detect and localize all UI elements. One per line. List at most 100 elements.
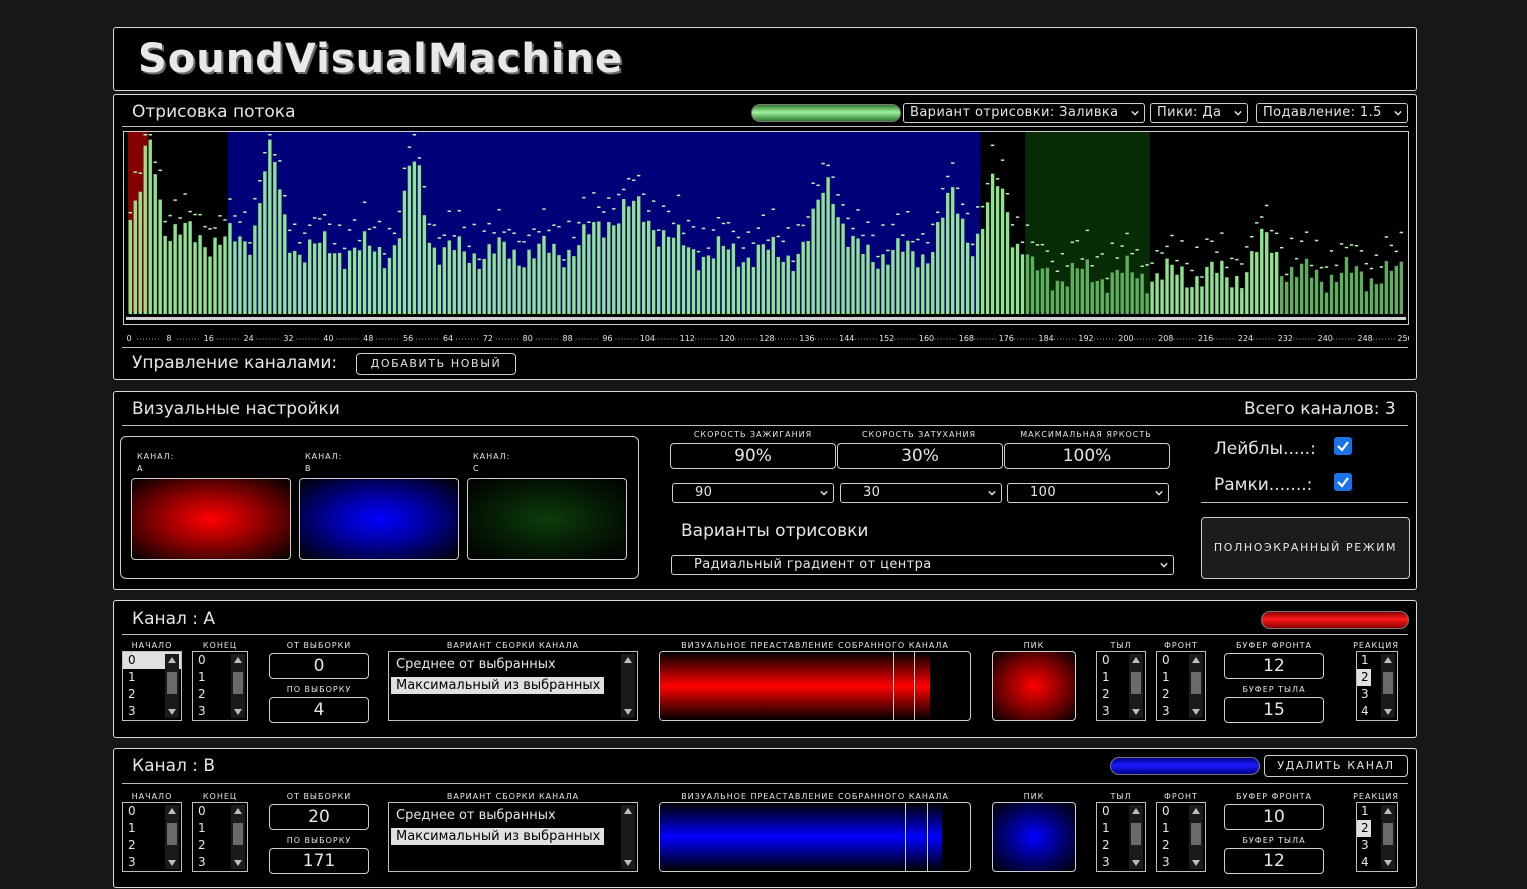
- list-item[interactable]: 2: [1357, 820, 1371, 837]
- frames-checkbox[interactable]: [1334, 473, 1352, 491]
- scrollbar[interactable]: [165, 805, 179, 869]
- scroll-up-icon[interactable]: [1192, 808, 1200, 814]
- scrollbar[interactable]: [1189, 654, 1203, 718]
- assembly-option[interactable]: Максимальный из выбранных: [391, 828, 605, 845]
- scroll-up-icon[interactable]: [1384, 808, 1392, 814]
- scroll-up-icon[interactable]: [624, 808, 632, 814]
- damping-select[interactable]: Подавление: 1.5: [1256, 103, 1408, 123]
- scroll-down-icon[interactable]: [1132, 860, 1140, 866]
- to-value[interactable]: 4: [269, 697, 369, 723]
- variant-select[interactable]: Радиальный градиент от центра: [671, 555, 1174, 575]
- render-variant-select[interactable]: Вариант отрисовки: Заливка: [903, 103, 1145, 123]
- scroll-down-icon[interactable]: [1384, 860, 1392, 866]
- brightness-value[interactable]: 100%: [1004, 443, 1170, 469]
- assembly-row[interactable]: Среднее от выбранных: [389, 652, 637, 673]
- start-listbox[interactable]: 0123: [122, 802, 182, 872]
- scroll-thumb[interactable]: [1191, 823, 1201, 845]
- scroll-up-icon[interactable]: [1132, 808, 1140, 814]
- fullscreen-button[interactable]: Полноэкранный режим: [1201, 517, 1410, 579]
- scroll-thumb[interactable]: [1191, 672, 1201, 694]
- scroll-up-icon[interactable]: [168, 657, 176, 663]
- scroll-thumb[interactable]: [1131, 823, 1141, 845]
- list-item[interactable]: 3: [1357, 686, 1371, 703]
- add-channel-button[interactable]: Добавить новый: [356, 353, 516, 375]
- decay-select[interactable]: 30: [840, 483, 1002, 503]
- list-item[interactable]: 2: [1357, 669, 1371, 686]
- scroll-down-icon[interactable]: [168, 860, 176, 866]
- preview-swatch-b[interactable]: [299, 478, 459, 560]
- rear-buffer-value[interactable]: 12: [1224, 848, 1324, 874]
- scroll-thumb[interactable]: [233, 672, 243, 694]
- front-listbox[interactable]: 0123: [1156, 651, 1206, 721]
- scrollbar[interactable]: [1189, 805, 1203, 869]
- to-value[interactable]: 171: [269, 848, 369, 874]
- reaction-listbox[interactable]: 1234: [1356, 651, 1398, 721]
- assembly-listbox[interactable]: Среднее от выбранных Максимальный из выбр…: [388, 802, 638, 872]
- scroll-thumb[interactable]: [1383, 672, 1393, 694]
- list-item[interactable]: 1: [1357, 803, 1371, 820]
- list-item[interactable]: 4: [1357, 854, 1371, 871]
- ignition-value[interactable]: 90%: [670, 443, 836, 469]
- scroll-down-icon[interactable]: [168, 709, 176, 715]
- brightness-select[interactable]: 100: [1007, 483, 1169, 503]
- preview-swatch-c[interactable]: [467, 478, 627, 560]
- scroll-thumb[interactable]: [1131, 672, 1141, 694]
- scroll-up-icon[interactable]: [234, 657, 242, 663]
- front-buffer-value[interactable]: 12: [1224, 653, 1324, 679]
- scroll-down-icon[interactable]: [624, 860, 632, 866]
- scroll-down-icon[interactable]: [1192, 709, 1200, 715]
- scroll-up-icon[interactable]: [168, 808, 176, 814]
- assembly-row[interactable]: Максимальный из выбранных: [389, 673, 637, 694]
- scrollbar[interactable]: [1381, 805, 1395, 869]
- scroll-up-icon[interactable]: [1384, 657, 1392, 663]
- assembly-listbox[interactable]: Среднее от выбранных Максимальный из выбр…: [388, 651, 638, 721]
- list-item[interactable]: 1: [1357, 652, 1371, 669]
- assembly-row[interactable]: Максимальный из выбранных: [389, 824, 637, 845]
- front-buffer-value[interactable]: 10: [1224, 804, 1324, 830]
- list-item[interactable]: 4: [1357, 703, 1371, 720]
- spectrum-peak: [188, 210, 192, 213]
- scroll-thumb[interactable]: [1383, 823, 1393, 845]
- assembly-row[interactable]: Среднее от выбранных: [389, 803, 637, 824]
- list-item[interactable]: 3: [1357, 837, 1371, 854]
- scrollbar[interactable]: [231, 805, 245, 869]
- scroll-up-icon[interactable]: [1192, 657, 1200, 663]
- scrollbar[interactable]: [621, 805, 635, 869]
- preview-swatch-a[interactable]: [131, 478, 291, 560]
- reaction-listbox[interactable]: 1234: [1356, 802, 1398, 872]
- scrollbar[interactable]: [165, 654, 179, 718]
- scrollbar[interactable]: [1129, 654, 1143, 718]
- ignition-select[interactable]: 90: [672, 483, 834, 503]
- end-listbox[interactable]: 0123: [192, 651, 248, 721]
- scroll-up-icon[interactable]: [624, 657, 632, 663]
- front-listbox[interactable]: 0123: [1156, 802, 1206, 872]
- scroll-down-icon[interactable]: [234, 860, 242, 866]
- scroll-down-icon[interactable]: [1192, 860, 1200, 866]
- start-listbox[interactable]: 0123: [122, 651, 182, 721]
- end-listbox[interactable]: 0123: [192, 802, 248, 872]
- scroll-down-icon[interactable]: [624, 709, 632, 715]
- scrollbar[interactable]: [231, 654, 245, 718]
- scroll-thumb[interactable]: [167, 823, 177, 845]
- labels-checkbox[interactable]: [1334, 437, 1352, 455]
- scroll-thumb[interactable]: [233, 823, 243, 845]
- assembly-option[interactable]: Среднее от выбранных: [391, 656, 560, 673]
- from-value[interactable]: 20: [269, 804, 369, 830]
- rear-listbox[interactable]: 0123: [1096, 802, 1146, 872]
- rear-buffer-value[interactable]: 15: [1224, 697, 1324, 723]
- scrollbar[interactable]: [1381, 654, 1395, 718]
- decay-value[interactable]: 30%: [837, 443, 1003, 469]
- scrollbar[interactable]: [621, 654, 635, 718]
- scroll-thumb[interactable]: [167, 672, 177, 694]
- scroll-up-icon[interactable]: [234, 808, 242, 814]
- scroll-down-icon[interactable]: [1384, 709, 1392, 715]
- peaks-select[interactable]: Пики: Да: [1150, 103, 1248, 123]
- scroll-up-icon[interactable]: [1132, 657, 1140, 663]
- scroll-down-icon[interactable]: [1132, 709, 1140, 715]
- from-value[interactable]: 0: [269, 653, 369, 679]
- rear-listbox[interactable]: 0123: [1096, 651, 1146, 721]
- scroll-down-icon[interactable]: [234, 709, 242, 715]
- scrollbar[interactable]: [1129, 805, 1143, 869]
- assembly-option[interactable]: Максимальный из выбранных: [391, 677, 605, 694]
- assembly-option[interactable]: Среднее от выбранных: [391, 807, 560, 824]
